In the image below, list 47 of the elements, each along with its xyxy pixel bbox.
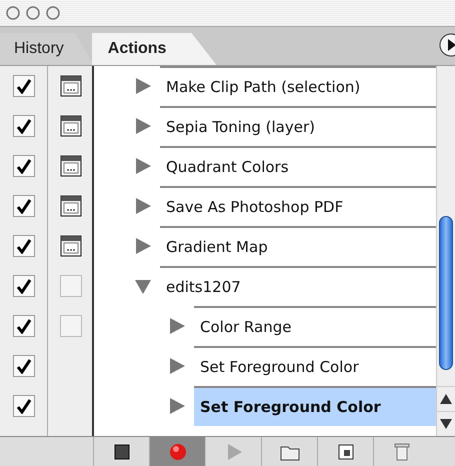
checkbox[interactable]	[12, 235, 34, 257]
dialog-icon[interactable]	[60, 235, 82, 257]
new-item-icon	[336, 442, 356, 462]
dialog-toggle[interactable]	[60, 315, 82, 337]
checkbox[interactable]	[12, 115, 34, 137]
collapsed-triangle-icon[interactable]	[134, 117, 152, 135]
dialog-toggle[interactable]	[60, 275, 82, 297]
action-name: Set Foreground Color	[200, 398, 381, 416]
checkbox[interactable]	[12, 275, 34, 297]
action-name: Make Clip Path (selection)	[166, 78, 360, 96]
action-name: Gradient Map	[166, 238, 268, 256]
collapsed-triangle-icon[interactable]	[134, 197, 152, 215]
dialog-icon[interactable]	[60, 75, 82, 97]
tab[interactable]: History	[0, 33, 94, 65]
dialog-icon[interactable]	[60, 195, 82, 217]
collapsed-triangle-icon[interactable]	[134, 77, 152, 95]
stop-icon	[112, 442, 132, 462]
trash-icon	[392, 442, 412, 462]
window-control-icon[interactable]	[6, 6, 20, 20]
collapsed-triangle-icon[interactable]	[134, 237, 152, 255]
action-name: Sepia Toning (layer)	[166, 118, 315, 136]
scrollbar[interactable]	[436, 66, 455, 436]
record-icon	[168, 442, 188, 462]
scroll-down-icon[interactable]	[440, 419, 452, 429]
window-control-icon[interactable]	[46, 6, 60, 20]
dialog-icon[interactable]	[60, 115, 82, 137]
checkbox[interactable]	[12, 195, 34, 217]
action-row[interactable]: Set Foreground Color	[194, 386, 436, 426]
action-name: Set Foreground Color	[200, 358, 359, 376]
collapsed-triangle-icon[interactable]	[168, 397, 186, 415]
action-name: Save As Photoshop PDF	[166, 198, 344, 216]
scroll-up-icon[interactable]	[440, 394, 452, 404]
expanded-triangle-icon[interactable]	[134, 277, 152, 295]
checkbox[interactable]	[12, 355, 34, 377]
window-control-icon[interactable]	[26, 6, 40, 20]
tab[interactable]: Actions	[92, 33, 216, 65]
dialog-icon[interactable]	[60, 155, 82, 177]
collapsed-triangle-icon[interactable]	[168, 357, 186, 375]
checkbox[interactable]	[12, 155, 34, 177]
checkbox[interactable]	[12, 315, 34, 337]
collapsed-triangle-icon[interactable]	[134, 157, 152, 175]
action-name: edits1207	[166, 278, 241, 296]
action-name: Quadrant Colors	[166, 158, 289, 176]
checkbox[interactable]	[12, 75, 34, 97]
collapsed-triangle-icon[interactable]	[168, 317, 186, 335]
checkbox[interactable]	[12, 395, 34, 417]
action-name: Color Range	[200, 318, 292, 336]
